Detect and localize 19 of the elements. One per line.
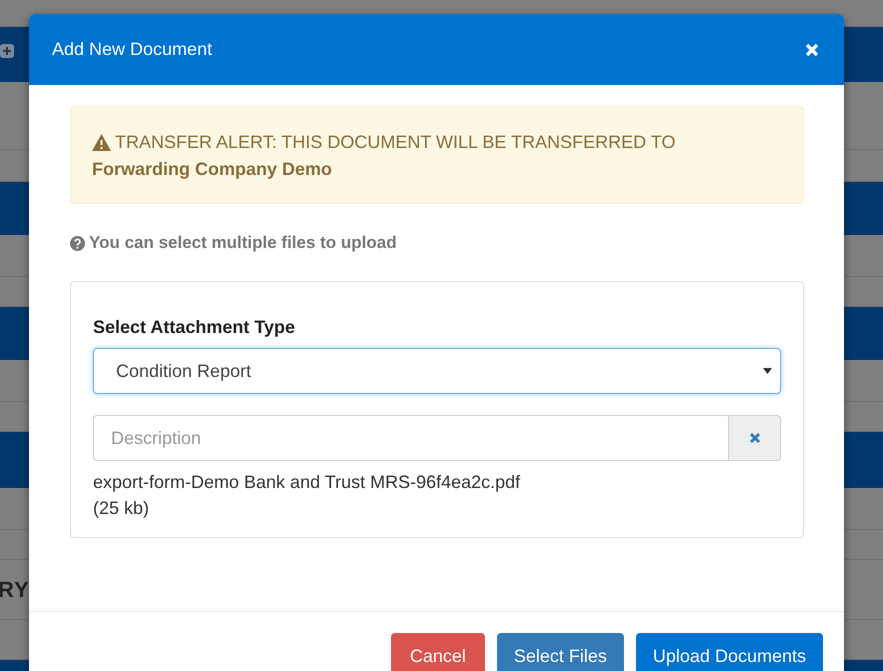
alert-text: TRANSFER ALERT: THIS DOCUMENT WILL BE TRANSFERRED TO [115, 131, 676, 154]
clear-button[interactable] [729, 415, 781, 461]
select-files-button[interactable]: Select Files [496, 633, 624, 671]
plus-icon[interactable] [0, 44, 14, 58]
help-text: You can select multiple files to upload [89, 233, 397, 253]
file-name: export-form-Demo Bank and Trust MRS-96f4ea2c.pdf [93, 471, 522, 494]
question-icon [70, 236, 85, 250]
caret-icon [763, 368, 772, 374]
recipient-name: Forwarding Company Demo [92, 158, 334, 181]
dialog-title: Add New Document [52, 39, 212, 60]
upload-button[interactable]: Upload Documents [636, 633, 823, 671]
attachment-type-select[interactable]: Condition Report [93, 348, 781, 394]
field-label: Select Attachment Type [93, 317, 296, 338]
description-field[interactable]: Description [93, 415, 729, 461]
file-size: (25 kb) [93, 497, 150, 520]
close-icon[interactable] [804, 42, 820, 58]
warning-icon [92, 134, 111, 151]
close-icon [748, 432, 760, 444]
cancel-button[interactable]: Cancel [390, 633, 485, 671]
